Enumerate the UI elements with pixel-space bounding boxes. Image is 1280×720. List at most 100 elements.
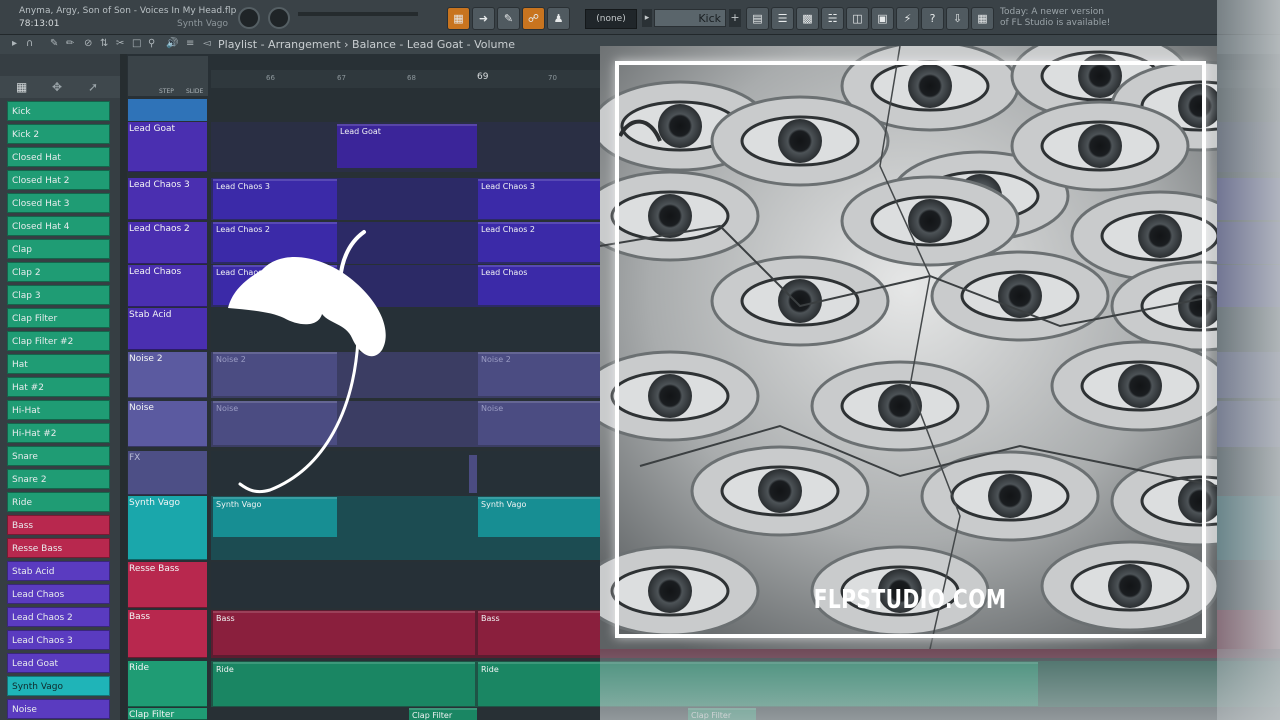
playback-tool-icon[interactable]: 🔊 [166,38,178,49]
track-header-lead-chaos[interactable]: Lead Chaos [128,265,207,307]
piano-roll-icon[interactable]: ▩ [796,7,819,30]
track-header-lead-goat[interactable]: Lead Goat [128,122,207,172]
automation-icon[interactable]: ➚ [88,80,98,94]
clip-synth-vago-b[interactable]: Synth Vago [478,497,600,537]
clip-bass-b[interactable]: Bass [478,611,600,655]
channel-item[interactable]: Clap 2 [7,262,110,282]
news-panel[interactable]: Today: A newer version of FL Studio is a… [1000,7,1110,29]
channel-rack-icon[interactable]: ☰ [771,7,794,30]
mute-tool-icon[interactable]: ⊘ [84,38,92,49]
audio-clips-icon[interactable]: ✥ [52,80,62,94]
select-tool-icon[interactable]: □ [132,38,141,49]
channel-item[interactable]: Clap 3 [7,285,110,305]
track-header-synth-vago[interactable]: Synth Vago [128,496,207,560]
channel-item[interactable]: Lead Chaos 2 [7,607,110,627]
channel-item[interactable]: Closed Hat 2 [7,170,110,190]
master-volume-knob[interactable] [238,7,260,29]
pencil-tool-icon[interactable]: ✎ [50,38,58,49]
track-header-lead-chaos-2[interactable]: Lead Chaos 2 [128,222,207,264]
track-header-ride[interactable]: Ride [128,661,207,707]
track-header-kick[interactable] [128,99,207,121]
mixer-icon[interactable]: ☵ [821,7,844,30]
clip-lead-chaos-b[interactable]: Lead Chaos [478,265,600,305]
speaker-icon[interactable]: ◅ [203,38,211,49]
channel-item[interactable]: Kick [7,101,110,121]
news-line-2: of FL Studio is available! [1000,18,1111,28]
play-arrow-icon[interactable]: ▸ [12,38,17,49]
clip-synth-vago-a[interactable]: Synth Vago [213,497,337,537]
track-header-stab-acid[interactable]: Stab Acid [128,308,207,350]
clip-lead-chaos-3-b[interactable]: Lead Chaos 3 [478,179,600,219]
channel-item[interactable]: Lead Chaos [7,584,110,604]
chevron-right-icon[interactable]: ▸ [642,9,652,27]
track-header-noise-2[interactable]: Noise 2 [128,352,207,398]
track-header-resse-bass[interactable]: Resse Bass [128,562,207,608]
paint-brush-icon[interactable]: ✏ [66,38,74,49]
clip-noise-2-b[interactable]: Noise 2 [478,352,600,396]
channel-item[interactable]: Closed Hat 3 [7,193,110,213]
clip-noise-b[interactable]: Noise [478,401,600,445]
picker-scrollbar[interactable] [120,54,127,720]
channel-item[interactable]: Hi-Hat [7,400,110,420]
plugin-database-icon[interactable]: ▣ [871,7,894,30]
download-icon[interactable]: ⇩ [946,7,969,30]
clip-lead-chaos-3-a[interactable]: Lead Chaos 3 [213,179,337,219]
clip-fx[interactable] [469,455,477,493]
playlist-window-icon[interactable]: ▤ [746,7,769,30]
channel-item[interactable]: Clap [7,239,110,259]
channel-item[interactable]: Bass [7,515,110,535]
channel-item[interactable]: Noise [7,699,110,719]
browser-icon[interactable]: ◫ [846,7,869,30]
fog-overlay-right [1217,0,1280,720]
channel-item[interactable]: Ride [7,492,110,512]
clip-lead-chaos-2-b[interactable]: Lead Chaos 2 [478,222,600,262]
channel-item[interactable]: Lead Goat [7,653,110,673]
channel-item[interactable]: Hat #2 [7,377,110,397]
channel-item[interactable]: Closed Hat [7,147,110,167]
clip-bass-a[interactable]: Bass [213,611,475,655]
channel-item[interactable]: Snare 2 [7,469,110,489]
plug-icon[interactable]: ⚡ [896,7,919,30]
magnet-icon[interactable]: ∩ [26,38,33,49]
channel-item[interactable]: Lead Chaos 3 [7,630,110,650]
clip-ride-a[interactable]: Ride [213,662,475,706]
channel-item[interactable]: Stab Acid [7,561,110,581]
track-header-fx[interactable]: FX [128,451,207,495]
playlist-breadcrumb: Playlist - Arrangement › Balance - Lead … [218,38,515,51]
master-slider[interactable] [298,12,418,16]
menu-icon[interactable]: ≡ [186,38,194,49]
patterns-icon[interactable]: ▦ [16,80,27,94]
channel-item[interactable]: Kick 2 [7,124,110,144]
channel-item[interactable]: Snare [7,446,110,466]
slip-tool-icon[interactable]: ⇅ [100,38,108,49]
arrow-right-icon[interactable]: ➜ [472,7,495,30]
channel-item[interactable]: Clap Filter [7,308,110,328]
track-header-noise[interactable]: Noise [128,401,207,447]
zoom-tool-icon[interactable]: ⚲ [148,38,155,49]
clip-clap-filter-a[interactable]: Clap Filter [409,708,477,720]
track-header-clap-filter[interactable]: Clap Filter [128,708,207,720]
pattern-selector-none[interactable]: (none) [585,9,637,29]
pencil-icon[interactable]: ✎ [497,7,520,30]
help-icon[interactable]: ? [921,7,944,30]
pattern-selector[interactable]: Kick [654,9,726,27]
channel-item[interactable]: Clap Filter #2 [7,331,110,351]
ruler-bar-68: 68 [407,74,416,82]
ruler-bar-70: 70 [548,74,557,82]
channel-item[interactable]: Hat [7,354,110,374]
slice-tool-icon[interactable]: ✂ [116,38,124,49]
track-header-lead-chaos-3[interactable]: Lead Chaos 3 [128,178,207,220]
master-pitch-knob[interactable] [268,7,290,29]
plus-icon[interactable]: + [729,9,741,27]
link-icon[interactable]: ☍ [522,7,545,30]
channel-item[interactable]: Hi-Hat #2 [7,423,110,443]
channel-item[interactable]: Closed Hat 4 [7,216,110,236]
fl-studio-fruit-logo [228,230,386,494]
channel-item[interactable]: Resse Bass [7,538,110,558]
stamp-icon[interactable]: ♟ [547,7,570,30]
track-header-bass[interactable]: Bass [128,610,207,658]
channel-item[interactable]: Synth Vago [7,676,110,696]
clip-lead-goat[interactable]: Lead Goat [337,124,477,168]
cpu-meter-icon[interactable]: ▦ [971,7,994,30]
piano-keyboard-icon[interactable]: ▦ [447,7,470,30]
